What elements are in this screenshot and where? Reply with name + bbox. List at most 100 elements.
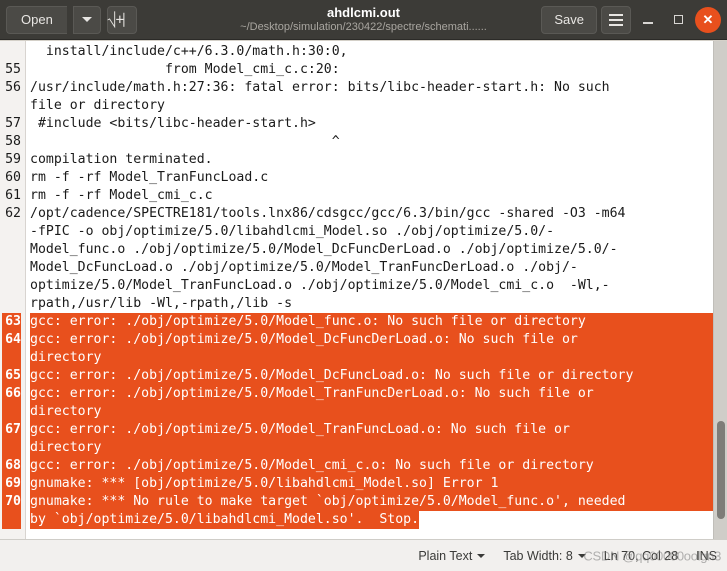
tab-width-selector[interactable]: Tab Width: 8	[503, 548, 586, 563]
line-number	[2, 43, 21, 61]
chevron-down-icon	[577, 553, 586, 558]
line-number	[2, 403, 21, 421]
main-menu-button[interactable]	[601, 5, 631, 34]
code-line: gcc: error: ./obj/optimize/5.0/Model_fun…	[30, 313, 713, 331]
code-line: Model_func.o ./obj/optimize/5.0/Model_Dc…	[30, 242, 618, 257]
tab-width-label: Tab Width: 8	[503, 548, 573, 563]
minimize-button[interactable]	[635, 7, 661, 33]
code-line: directory	[30, 349, 713, 367]
line-number: 61	[5, 188, 21, 203]
code-line: gcc: error: ./obj/optimize/5.0/Model_DcF…	[30, 367, 713, 385]
chevron-down-icon	[477, 553, 486, 558]
open-button-label: Open	[21, 12, 53, 27]
line-number: 67	[2, 421, 21, 439]
code-line-row: Model_func.o ./obj/optimize/5.0/Model_Dc…	[30, 241, 713, 259]
code-line: gcc: error: ./obj/optimize/5.0/Model_Tra…	[30, 385, 713, 403]
line-number	[2, 223, 21, 241]
code-line-row: directory	[30, 349, 713, 367]
code-line-row: /opt/cadence/SPECTRE181/tools.lnx86/cdsg…	[30, 205, 713, 223]
code-line: rm -f -rf Model_TranFuncLoad.c	[30, 170, 269, 185]
save-button-label: Save	[554, 12, 584, 27]
code-line: optimize/5.0/Model_TranFuncLoad.o ./obj/…	[30, 278, 610, 293]
status-bar: Plain Text Tab Width: 8 Ln 70, Col 28 IN…	[0, 539, 727, 571]
code-line: ^	[30, 134, 340, 149]
code-line-row: gcc: error: ./obj/optimize/5.0/Model_DcF…	[30, 331, 713, 349]
line-number	[2, 439, 21, 457]
vertical-scrollbar-thumb[interactable]	[717, 421, 725, 519]
gedit-window: Open ⎷+⎸ ahdlcmi.out ~/Desktop/simulatio…	[0, 0, 727, 571]
code-line-row: /usr/include/math.h:27:36: fatal error: …	[30, 79, 713, 97]
open-button[interactable]: Open	[6, 5, 67, 34]
code-line-row: by `obj/optimize/5.0/libahdlcmi_Model.so…	[30, 511, 713, 529]
line-number: 59	[5, 152, 21, 167]
code-line: #include <bits/libc-header-start.h>	[30, 116, 316, 131]
code-line: gcc: error: ./obj/optimize/5.0/Model_cmi…	[30, 457, 713, 475]
line-number: 69	[2, 475, 21, 493]
new-document-button[interactable]: ⎷+⎸	[106, 5, 138, 34]
code-line-row: -fPIC -o obj/optimize/5.0/libahdlcmi_Mod…	[30, 223, 713, 241]
code-line-row: Model_DcFuncLoad.o ./obj/optimize/5.0/Mo…	[30, 259, 713, 277]
new-document-icon: ⎷+⎸	[107, 11, 138, 28]
line-number	[2, 259, 21, 277]
code-line-row: rpath,/usr/lib -Wl,-rpath,/lib -s	[30, 295, 713, 313]
header-bar: Open ⎷+⎸ ahdlcmi.out ~/Desktop/simulatio…	[0, 0, 727, 40]
line-number	[2, 511, 21, 529]
code-line-row: gcc: error: ./obj/optimize/5.0/Model_fun…	[30, 313, 713, 331]
text-view-area: 55 56 57 58 59 60 61 62 63 64 65 66 67 68 69 70 install…	[0, 40, 727, 539]
file-path-subtitle: ~/Desktop/simulation/230422/spectre/sche…	[240, 20, 487, 33]
header-right-controls: Save ✕	[541, 5, 721, 34]
line-number: 66	[2, 385, 21, 403]
code-line: gnumake: *** [obj/optimize/5.0/libahdlcm…	[30, 475, 713, 493]
code-line-row: gnumake: *** No rule to make target `obj…	[30, 493, 713, 511]
document-text[interactable]: install/include/c++/6.3.0/math.h:30:0, f…	[26, 41, 713, 539]
code-line-row: rm -f -rf Model_cmi_c.c	[30, 187, 713, 205]
code-line-row: file or directory	[30, 97, 713, 115]
language-selector[interactable]: Plain Text	[418, 548, 486, 563]
code-line-row: compilation terminated.	[30, 151, 713, 169]
code-line: rpath,/usr/lib -Wl,-rpath,/lib -s	[30, 296, 293, 311]
hamburger-menu-icon	[609, 13, 623, 26]
code-line-row: directory	[30, 439, 713, 457]
line-number	[2, 295, 21, 313]
save-button[interactable]: Save	[541, 5, 597, 34]
code-line: gcc: error: ./obj/optimize/5.0/Model_DcF…	[30, 331, 713, 349]
chevron-down-icon	[81, 17, 92, 22]
language-label: Plain Text	[418, 548, 473, 563]
code-line: by `obj/optimize/5.0/libahdlcmi_Model.so…	[30, 511, 420, 529]
code-line: gnumake: *** No rule to make target `obj…	[30, 493, 713, 511]
line-number: 68	[2, 457, 21, 475]
code-line: compilation terminated.	[30, 152, 213, 167]
line-number-gutter: 55 56 57 58 59 60 61 62 63 64 65 66 67 68 69 70	[0, 41, 26, 539]
code-line: /usr/include/math.h:27:36: fatal error: …	[30, 80, 610, 95]
code-line: install/include/c++/6.3.0/math.h:30:0,	[30, 44, 348, 59]
code-line-row: rm -f -rf Model_TranFuncLoad.c	[30, 169, 713, 187]
code-line-row: directory	[30, 403, 713, 421]
code-line: directory	[30, 439, 713, 457]
line-number: 70	[2, 493, 21, 511]
code-line-row: optimize/5.0/Model_TranFuncLoad.o ./obj/…	[30, 277, 713, 295]
code-line: /opt/cadence/SPECTRE181/tools.lnx86/cdsg…	[30, 206, 626, 221]
line-number	[2, 277, 21, 295]
line-number	[2, 241, 21, 259]
line-number: 62	[5, 206, 21, 221]
close-button[interactable]: ✕	[695, 6, 721, 33]
code-line-row: ^	[30, 133, 713, 151]
vertical-scrollbar[interactable]	[713, 41, 727, 539]
line-number: 58	[5, 134, 21, 149]
code-line: file or directory	[30, 98, 165, 113]
line-number: 55	[5, 62, 21, 77]
line-number: 60	[5, 170, 21, 185]
code-line: directory	[30, 403, 713, 421]
line-number: 64	[2, 331, 21, 349]
line-number: 65	[2, 367, 21, 385]
code-line: -fPIC -o obj/optimize/5.0/libahdlcmi_Mod…	[30, 224, 555, 239]
open-dropdown-button[interactable]	[72, 5, 101, 34]
code-line-row: from Model_cmi_c.c:20:	[30, 61, 713, 79]
line-number: 57	[5, 116, 21, 131]
code-line: Model_DcFuncLoad.o ./obj/optimize/5.0/Mo…	[30, 260, 578, 275]
code-line: gcc: error: ./obj/optimize/5.0/Model_Tra…	[30, 421, 713, 439]
code-line: from Model_cmi_c.c:20:	[30, 62, 340, 77]
maximize-button[interactable]	[665, 7, 691, 33]
code-editor[interactable]: 55 56 57 58 59 60 61 62 63 64 65 66 67 68 69 70 install…	[0, 41, 713, 539]
code-line-row: #include <bits/libc-header-start.h>	[30, 115, 713, 133]
